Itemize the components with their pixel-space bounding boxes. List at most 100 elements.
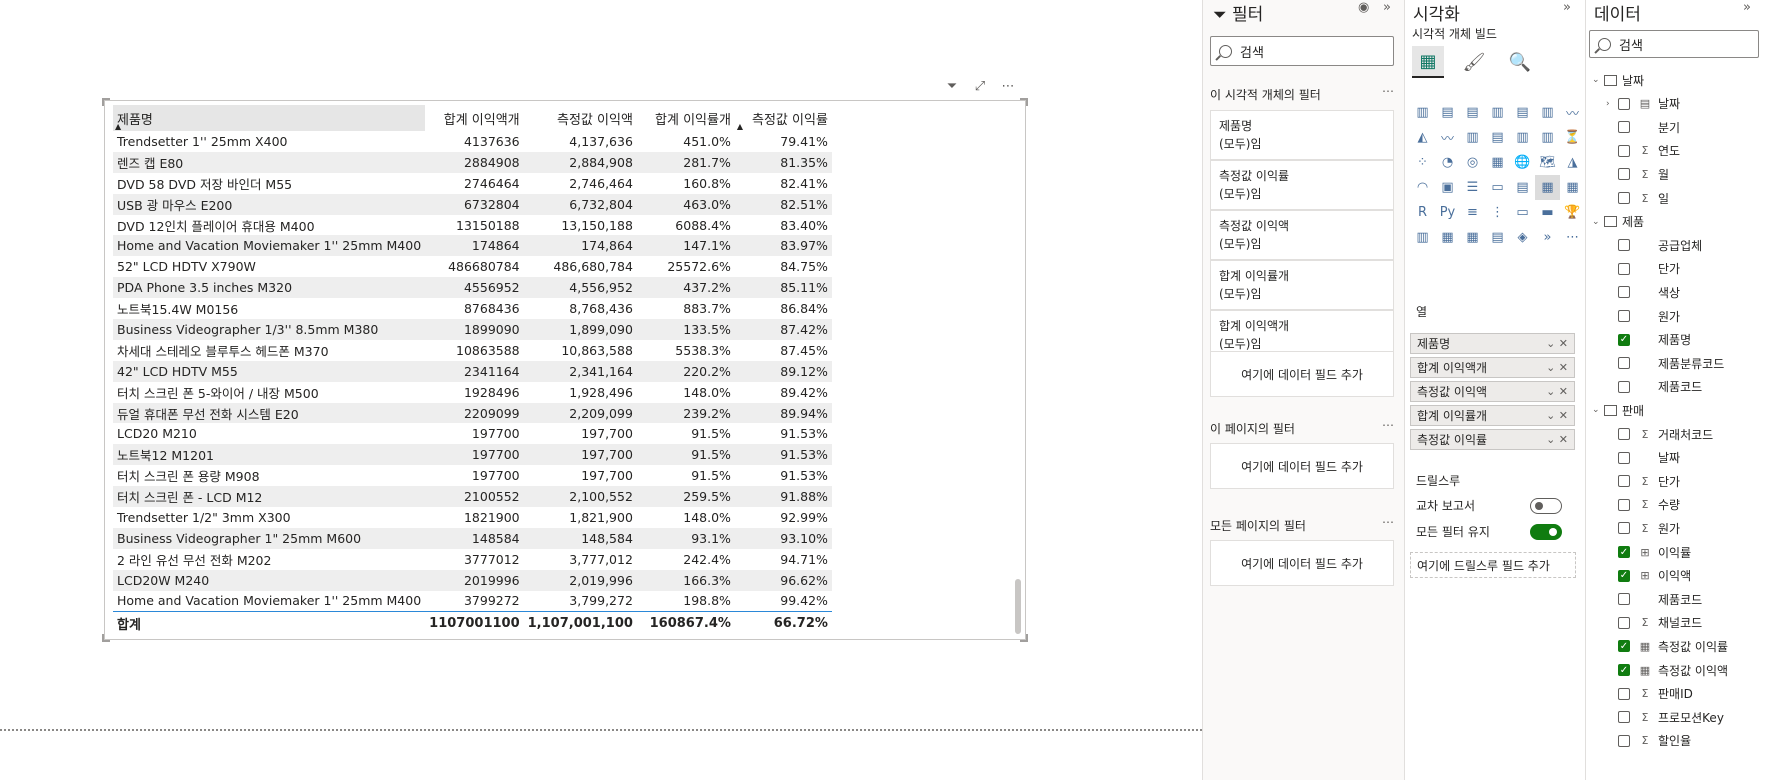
data-search-input[interactable]: 검색 bbox=[1589, 30, 1759, 58]
data-field-item[interactable]: Σ 판매ID bbox=[1618, 682, 1693, 706]
more-options-icon[interactable]: ⋯ bbox=[1000, 78, 1016, 94]
field-checkbox[interactable] bbox=[1618, 593, 1630, 606]
visual-type-icon[interactable]: 🌐 bbox=[1510, 150, 1535, 175]
visual-type-icon[interactable]: Py bbox=[1435, 200, 1460, 225]
field-checkbox[interactable] bbox=[1618, 734, 1630, 747]
data-field-item[interactable]: 원가 bbox=[1618, 304, 1680, 328]
visual-type-icon[interactable]: ▤ bbox=[1510, 100, 1535, 125]
add-all-pages-filter-field[interactable]: 여기에 데이터 필드 추가 bbox=[1210, 540, 1394, 586]
keep-filters-toggle[interactable] bbox=[1530, 524, 1562, 540]
data-field-item[interactable]: Σ월 bbox=[1618, 162, 1669, 186]
add-visual-filter-field[interactable]: 여기에 데이터 필드 추가 bbox=[1210, 351, 1394, 397]
table-row[interactable]: 터치 스크린 폰 5-와이어 / 내장 M500 1928496 1,928,496… bbox=[113, 382, 832, 403]
field-checkbox[interactable] bbox=[1618, 310, 1630, 322]
field-checkbox[interactable] bbox=[1618, 357, 1630, 370]
table-row[interactable]: 노트북12 M1201 197700 197,700 91.5% 91.53% bbox=[113, 444, 832, 466]
chevron-down-icon[interactable]: ⌄ bbox=[1592, 75, 1602, 85]
drillthrough-add-field[interactable]: 여기에 드릴스루 필드 추가 bbox=[1410, 552, 1576, 578]
data-field-item[interactable]: Σ일 bbox=[1618, 186, 1669, 210]
table-visual[interactable]: 제품명 ▲ 합계 이익액개 측정값 이익액 합계 이익률개 측정값 이익률 ▲ Tr… bbox=[102, 98, 1028, 642]
filter-card[interactable]: 제품명 (모두)임 bbox=[1210, 110, 1394, 160]
visual-type-icon[interactable]: 🗺 bbox=[1535, 150, 1560, 175]
data-field-item[interactable]: ✓ ⊞ 이익률 bbox=[1618, 540, 1691, 564]
column-header-measure-margin[interactable]: 측정값 이익률 ▲ bbox=[735, 105, 832, 132]
data-field-item[interactable]: ✓ ⊞ 이익액 bbox=[1618, 564, 1691, 588]
table-row[interactable]: Home and Vacation Moviemaker 1'' 25mm M4… bbox=[113, 591, 832, 612]
table-row[interactable]: 2 라인 유선 무선 전화 M202 3777012 3,777,012 242.4%… bbox=[113, 549, 832, 570]
visual-type-icon[interactable]: 🏆 bbox=[1560, 200, 1585, 225]
visual-type-icon[interactable]: ≡ bbox=[1460, 200, 1485, 225]
visual-type-icon[interactable]: ▬ bbox=[1535, 200, 1560, 225]
visual-type-icon[interactable]: ▥ bbox=[1485, 100, 1510, 125]
field-checkbox[interactable] bbox=[1618, 144, 1630, 157]
field-checkbox[interactable] bbox=[1618, 616, 1630, 629]
column-well-field[interactable]: 제품명 ⌄ ✕ bbox=[1410, 333, 1575, 354]
chevron-down-icon[interactable]: ⌄ bbox=[1592, 217, 1602, 227]
visual-type-icon[interactable]: ▥ bbox=[1535, 125, 1560, 150]
table-row[interactable]: 듀얼 휴대폰 무선 전화 시스템 E20 2209099 2,209,099 239.… bbox=[113, 402, 832, 424]
visual-type-icon[interactable]: ⋮ bbox=[1485, 200, 1510, 225]
filter-card[interactable]: 측정값 이익률 (모두)임 bbox=[1210, 160, 1394, 210]
resize-handle-bottom-right[interactable] bbox=[1020, 634, 1028, 642]
data-field-item[interactable]: Σ 채널코드 bbox=[1618, 611, 1702, 635]
table-row[interactable]: Business Videographer 1/3'' 8.5mm M380 18… bbox=[113, 319, 832, 340]
data-field-item[interactable]: ✓ ▦ 측정값 이익률 bbox=[1618, 634, 1728, 658]
table-row[interactable]: Trendsetter 1/2" 3mm X300 1821900 1,821,90… bbox=[113, 507, 832, 528]
data-field-item[interactable]: 단가 bbox=[1618, 257, 1680, 281]
table-row[interactable]: 노트북15.4W M0156 8768436 8,768,436 883.7% 86.8… bbox=[113, 298, 832, 319]
visual-type-icon[interactable]: ▥ bbox=[1410, 225, 1435, 250]
table-row[interactable]: 렌즈 캡 E80 2884908 2,884,908 281.7% 81.35% bbox=[113, 151, 832, 173]
visual-type-icon[interactable]: ⁘ bbox=[1410, 150, 1435, 175]
collapse-viz-pane-icon[interactable]: » bbox=[1563, 0, 1571, 15]
visual-type-icon[interactable]: ▥ bbox=[1535, 100, 1560, 125]
visual-type-icon[interactable]: 〰 bbox=[1560, 100, 1585, 125]
field-checkbox[interactable]: ✓ bbox=[1618, 569, 1630, 582]
well-field-controls-icon[interactable]: ⌄ ✕ bbox=[1546, 409, 1568, 422]
data-field-item[interactable]: Σ 거래처코드 bbox=[1618, 422, 1713, 446]
visual-type-icon[interactable]: ◭ bbox=[1410, 125, 1435, 150]
visual-type-icon[interactable]: ▦ bbox=[1535, 175, 1560, 200]
vertical-scrollbar[interactable] bbox=[1015, 579, 1021, 634]
resize-handle-bottom-left[interactable] bbox=[102, 634, 110, 642]
filter-card[interactable]: 합계 이익률개 (모두)임 bbox=[1210, 260, 1394, 310]
data-field-item[interactable]: Σ 프로모션Key bbox=[1618, 705, 1724, 729]
data-field-item[interactable]: 제품분류코드 bbox=[1618, 351, 1724, 375]
eye-icon[interactable]: ◉ bbox=[1358, 0, 1369, 15]
visual-type-icon[interactable]: 〰 bbox=[1435, 125, 1460, 150]
visual-type-icon[interactable]: ▥ bbox=[1460, 125, 1485, 150]
data-table-node[interactable]: ⌄ 날짜 bbox=[1592, 68, 1644, 92]
analytics-tab-icon[interactable]: 🔍 bbox=[1504, 46, 1536, 78]
well-field-controls-icon[interactable]: ⌄ ✕ bbox=[1546, 433, 1568, 446]
table-row[interactable]: 터치 스크린 폰 - LCD M12 2100552 2,100,552 259.5%… bbox=[113, 486, 832, 508]
field-checkbox[interactable] bbox=[1618, 121, 1630, 134]
more-options-icon[interactable]: ⋯ bbox=[1382, 84, 1394, 98]
table-row[interactable]: 차세대 스테레오 블루투스 헤드폰 M370 10863588 10,863,588… bbox=[113, 340, 832, 361]
visual-type-icon[interactable]: R bbox=[1410, 200, 1435, 225]
visual-type-icon[interactable]: ▤ bbox=[1460, 100, 1485, 125]
visual-type-icon[interactable]: ▦ bbox=[1560, 175, 1585, 200]
data-field-item[interactable]: 색상 bbox=[1618, 280, 1680, 304]
field-checkbox[interactable] bbox=[1618, 380, 1630, 393]
table-row[interactable]: Home and Vacation Moviemaker 1'' 25mm M4… bbox=[113, 235, 832, 257]
visual-type-icon[interactable]: ◔ bbox=[1435, 150, 1460, 175]
visual-type-icon[interactable]: ▤ bbox=[1485, 225, 1510, 250]
field-checkbox[interactable]: ✓ bbox=[1618, 664, 1630, 676]
table-row[interactable]: 42" LCD HDTV M55 2341164 2,341,164 220.2% 89… bbox=[113, 360, 832, 382]
add-page-filter-field[interactable]: 여기에 데이터 필드 추가 bbox=[1210, 443, 1394, 489]
column-well-field[interactable]: 합계 이익률개 ⌄ ✕ bbox=[1410, 405, 1575, 426]
field-checkbox[interactable] bbox=[1618, 451, 1630, 464]
data-field-item[interactable]: 날짜 bbox=[1618, 446, 1680, 470]
data-field-item[interactable]: 공급업체 bbox=[1618, 233, 1702, 257]
field-checkbox[interactable]: ✓ bbox=[1618, 640, 1630, 653]
field-checkbox[interactable] bbox=[1618, 192, 1630, 204]
filter-icon[interactable]: ⏷ bbox=[944, 78, 960, 94]
field-checkbox[interactable] bbox=[1618, 262, 1630, 275]
visual-type-icon[interactable]: » bbox=[1535, 225, 1560, 250]
field-checkbox[interactable] bbox=[1618, 168, 1630, 181]
visual-type-icon[interactable]: ▭ bbox=[1485, 175, 1510, 200]
field-checkbox[interactable] bbox=[1618, 498, 1630, 511]
visual-type-icon[interactable]: ▦ bbox=[1460, 225, 1485, 250]
visual-type-icon[interactable]: ◎ bbox=[1460, 150, 1485, 175]
visual-type-icon[interactable]: ▦ bbox=[1485, 150, 1510, 175]
data-field-item[interactable]: Σ 수량 bbox=[1618, 493, 1680, 517]
